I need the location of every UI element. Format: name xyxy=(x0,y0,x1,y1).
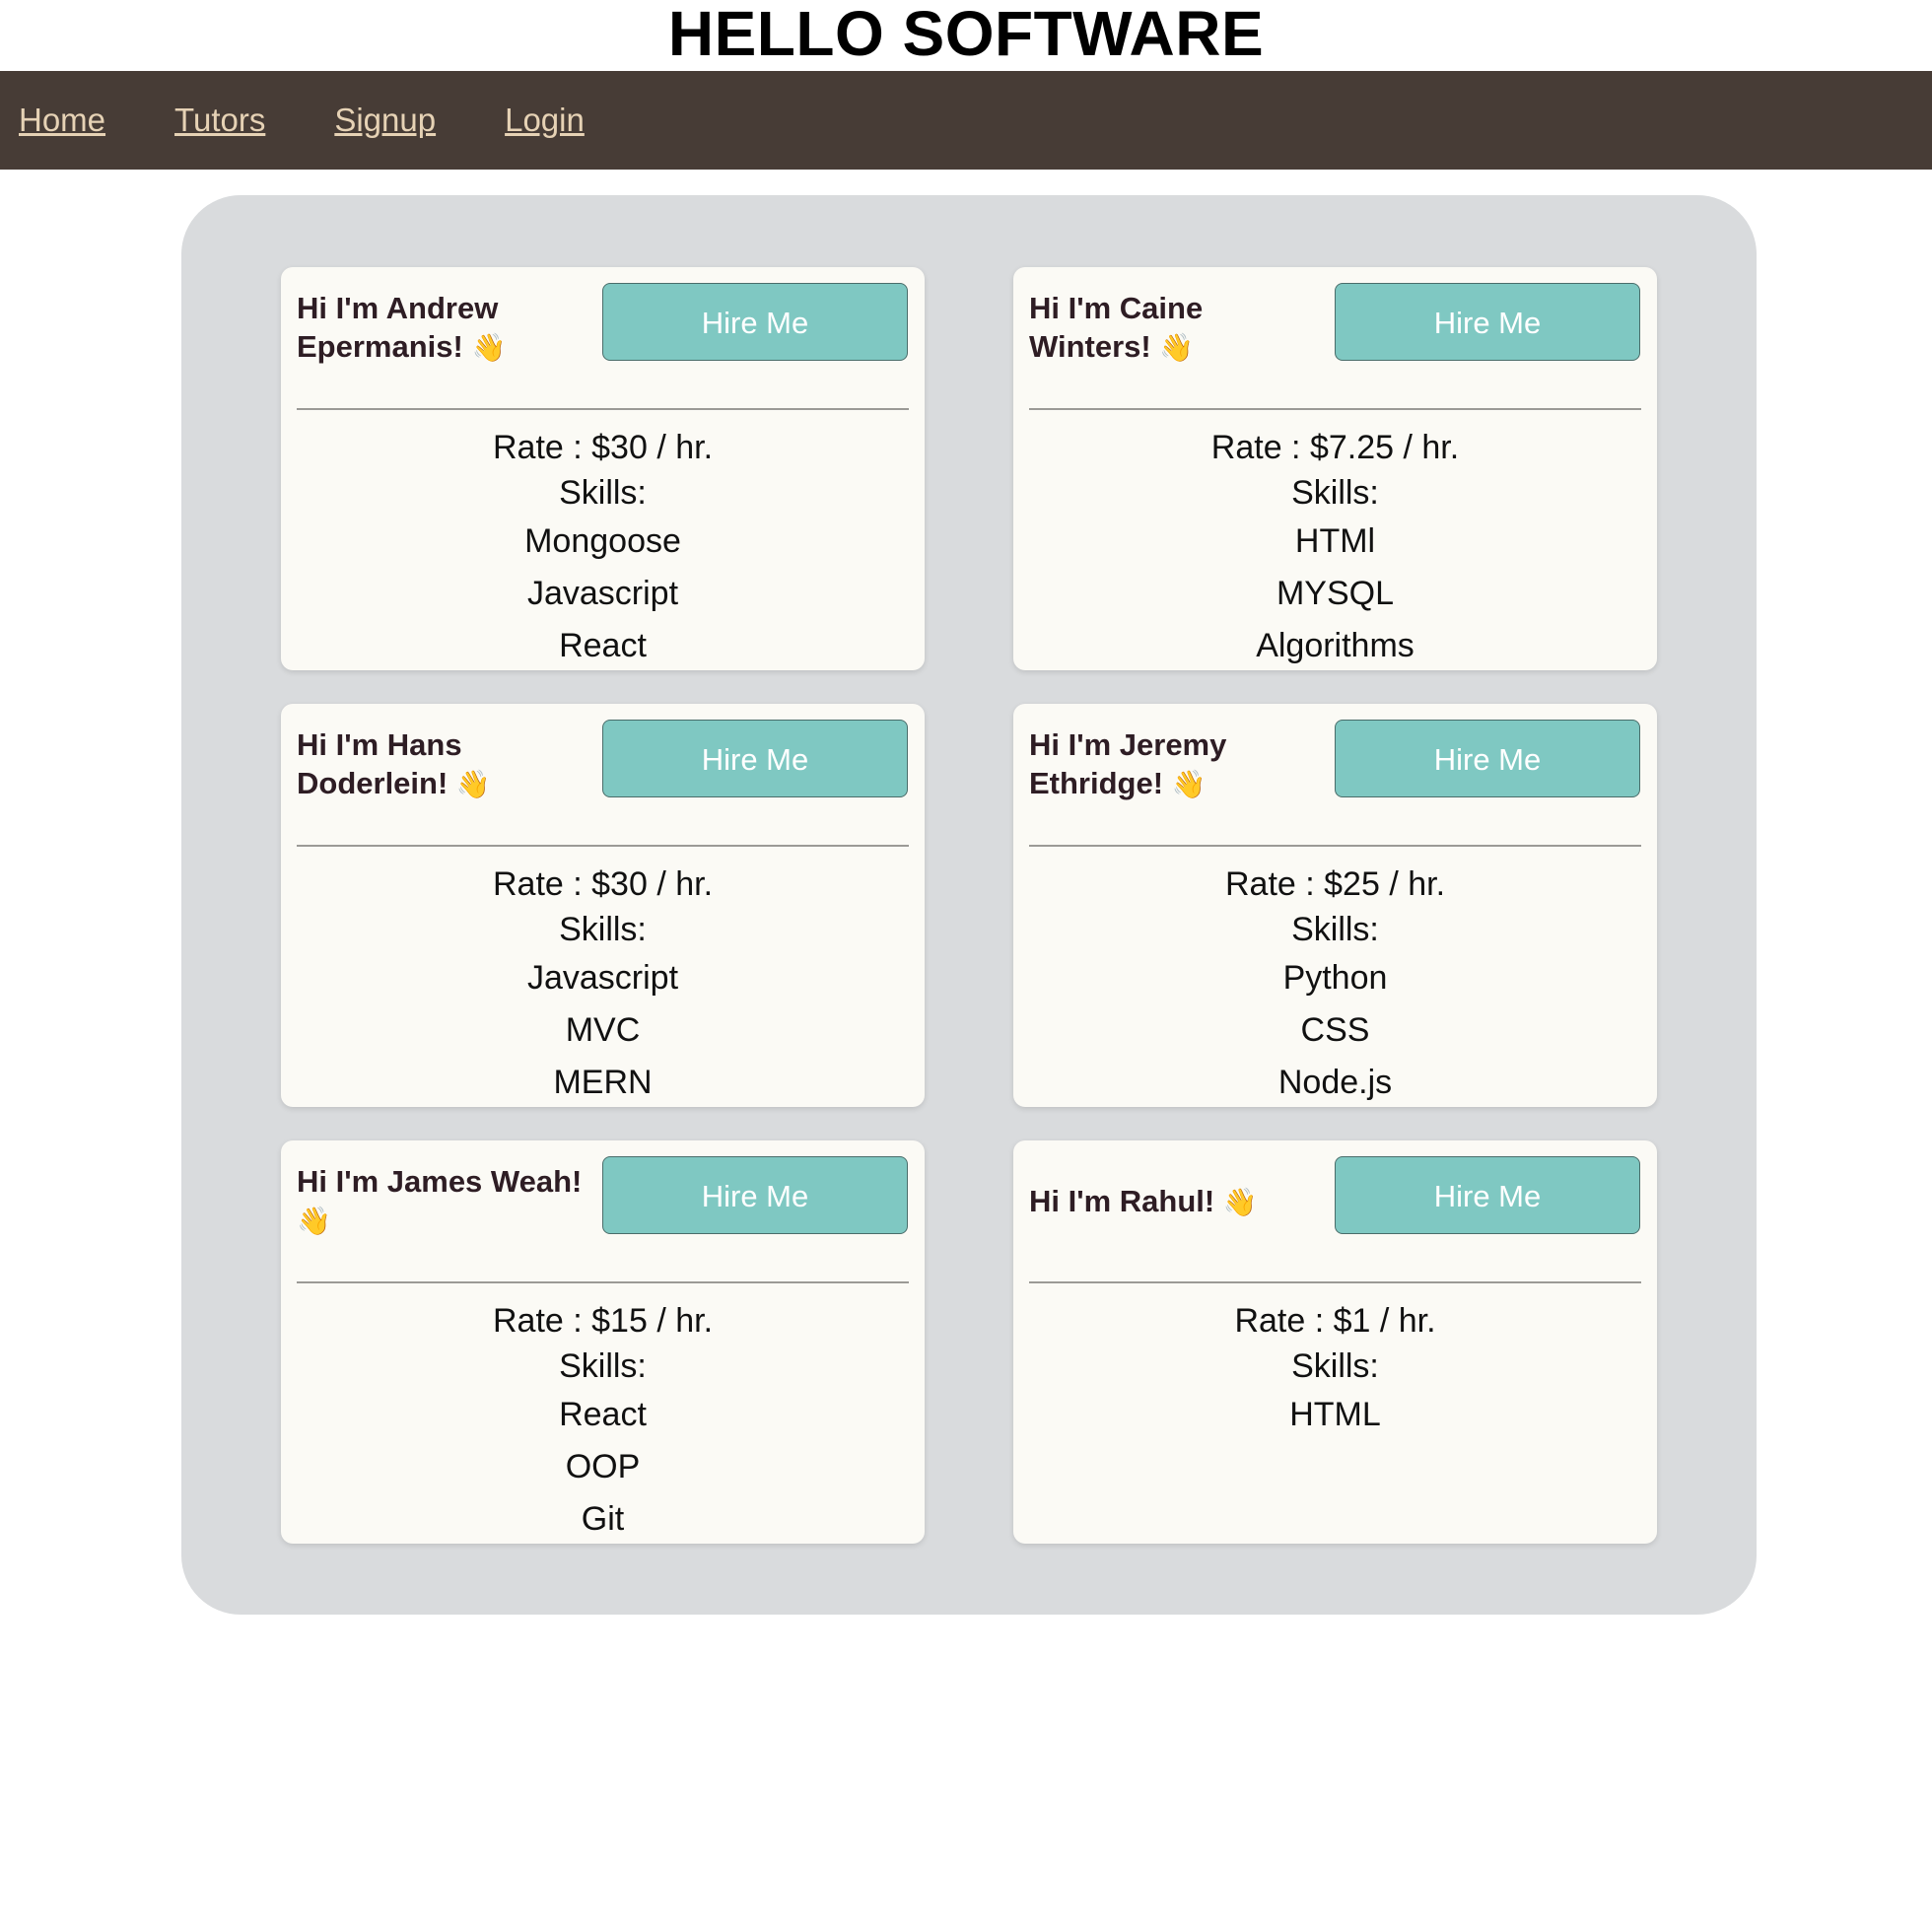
skill-item: Node.js xyxy=(1277,1064,1393,1101)
skill-item: MERN xyxy=(553,1064,653,1101)
tutor-name-line1: Hi I'm Rahul! xyxy=(1029,1184,1215,1218)
nav-link-tutors[interactable]: Tutors xyxy=(174,102,265,139)
tutor-rate: Rate : $7.25 / hr. xyxy=(1210,429,1460,466)
tutor-rate: Rate : $30 / hr. xyxy=(492,429,714,466)
hire-me-button[interactable]: Hire Me xyxy=(602,1156,908,1234)
tutor-card-jeremy: Hi I'm Jeremy Ethridge! 👋 Hire Me Rate :… xyxy=(1013,704,1657,1107)
skill-item: CSS xyxy=(1300,1011,1370,1049)
hire-me-button[interactable]: Hire Me xyxy=(602,283,908,361)
skills-label: Skills: xyxy=(1291,1347,1379,1385)
tutor-name: Hi I'm Andrew Epermanis! 👋 xyxy=(297,289,602,367)
hire-me-button[interactable]: Hire Me xyxy=(602,720,908,797)
skills-label: Skills: xyxy=(559,1347,647,1385)
skill-item: MYSQL xyxy=(1276,575,1395,612)
card-body: Rate : $30 / hr. Skills: Mongoose Javasc… xyxy=(281,425,925,672)
tutor-name: Hi I'm Hans Doderlein! 👋 xyxy=(297,725,602,803)
wave-icon: 👋 xyxy=(455,769,491,799)
hire-me-button[interactable]: Hire Me xyxy=(1335,1156,1640,1234)
tutor-rate: Rate : $1 / hr. xyxy=(1234,1302,1436,1340)
tutor-name-line1: Hi I'm Andrew xyxy=(297,291,499,325)
skill-item: HTML xyxy=(1289,1396,1381,1433)
hire-me-button[interactable]: Hire Me xyxy=(1335,283,1640,361)
skills-label: Skills: xyxy=(1291,911,1379,948)
card-body: Rate : $25 / hr. Skills: Python CSS Node… xyxy=(1013,862,1657,1109)
skill-item: Javascript xyxy=(526,575,679,612)
skill-item: OOP xyxy=(565,1448,641,1485)
tutor-card-caine: Hi I'm Caine Winters! 👋 Hire Me Rate : $… xyxy=(1013,267,1657,670)
tutor-name: Hi I'm Jeremy Ethridge! 👋 xyxy=(1029,725,1335,803)
tutor-card-rahul: Hi I'm Rahul! 👋 Hire Me Rate : $1 / hr. … xyxy=(1013,1140,1657,1544)
tutor-card-james: Hi I'm James Weah! 👋 Hire Me Rate : $15 … xyxy=(281,1140,925,1544)
tutor-rate: Rate : $30 / hr. xyxy=(492,865,714,903)
tutor-name: Hi I'm Rahul! 👋 xyxy=(1029,1182,1335,1221)
card-body: Rate : $1 / hr. Skills: HTML xyxy=(1013,1298,1657,1441)
nav-link-login[interactable]: Login xyxy=(505,102,585,139)
tutor-rate: Rate : $25 / hr. xyxy=(1224,865,1446,903)
wave-icon: 👋 xyxy=(471,332,507,363)
tutor-name: Hi I'm Caine Winters! 👋 xyxy=(1029,289,1335,367)
tutor-name-line1: Hi I'm Jeremy xyxy=(1029,727,1227,762)
nav-link-home[interactable]: Home xyxy=(19,102,105,139)
card-divider xyxy=(1029,408,1641,410)
skill-item: MVC xyxy=(565,1011,641,1049)
card-body: Rate : $30 / hr. Skills: Javascript MVC … xyxy=(281,862,925,1109)
skill-item: Javascript xyxy=(526,959,679,997)
skill-item: Algorithms xyxy=(1256,627,1414,664)
wave-icon: 👋 xyxy=(1222,1187,1258,1217)
skills-label: Skills: xyxy=(559,911,647,948)
skills-label: Skills: xyxy=(1291,474,1379,512)
tutor-card-hans: Hi I'm Hans Doderlein! 👋 Hire Me Rate : … xyxy=(281,704,925,1107)
wave-icon: 👋 xyxy=(1159,332,1195,363)
tutor-name-line1: Hi I'm James Weah! xyxy=(297,1164,583,1199)
tutor-rate: Rate : $15 / hr. xyxy=(492,1302,714,1340)
tutor-name-line2: Doderlein! xyxy=(297,766,448,800)
skill-item: React xyxy=(559,627,647,664)
skill-item: Git xyxy=(581,1500,625,1538)
card-body: Rate : $7.25 / hr. Skills: HTMl MYSQL Al… xyxy=(1013,425,1657,672)
hire-me-button[interactable]: Hire Me xyxy=(1335,720,1640,797)
tutor-panel: Hi I'm Andrew Epermanis! 👋 Hire Me Rate … xyxy=(181,195,1757,1615)
skill-item: Mongoose xyxy=(524,522,681,560)
skill-item: React xyxy=(559,1396,647,1433)
card-body: Rate : $15 / hr. Skills: React OOP Git xyxy=(281,1298,925,1546)
tutor-name-line1: Hi I'm Caine xyxy=(1029,291,1204,325)
tutor-card-andrew: Hi I'm Andrew Epermanis! 👋 Hire Me Rate … xyxy=(281,267,925,670)
skill-item: Python xyxy=(1282,959,1388,997)
card-divider xyxy=(297,1281,909,1283)
wave-icon: 👋 xyxy=(297,1206,331,1236)
card-divider xyxy=(297,845,909,847)
tutor-name-line2: Ethridge! xyxy=(1029,766,1164,800)
tutor-name-line1: Hi I'm Hans xyxy=(297,727,462,762)
card-divider xyxy=(1029,845,1641,847)
skill-item: HTMl xyxy=(1294,522,1376,560)
skills-label: Skills: xyxy=(559,474,647,512)
site-title: HELLO SOFTWARE xyxy=(667,0,1265,69)
wave-icon: 👋 xyxy=(1171,769,1207,799)
tutor-name-line2: Winters! xyxy=(1029,329,1151,364)
nav-bar: Home Tutors Signup Login xyxy=(0,71,1932,170)
card-divider xyxy=(297,408,909,410)
tutor-name-line2: Epermanis! xyxy=(297,329,463,364)
tutor-name: Hi I'm James Weah! 👋 xyxy=(297,1162,602,1240)
card-divider xyxy=(1029,1281,1641,1283)
nav-link-signup[interactable]: Signup xyxy=(334,102,436,139)
